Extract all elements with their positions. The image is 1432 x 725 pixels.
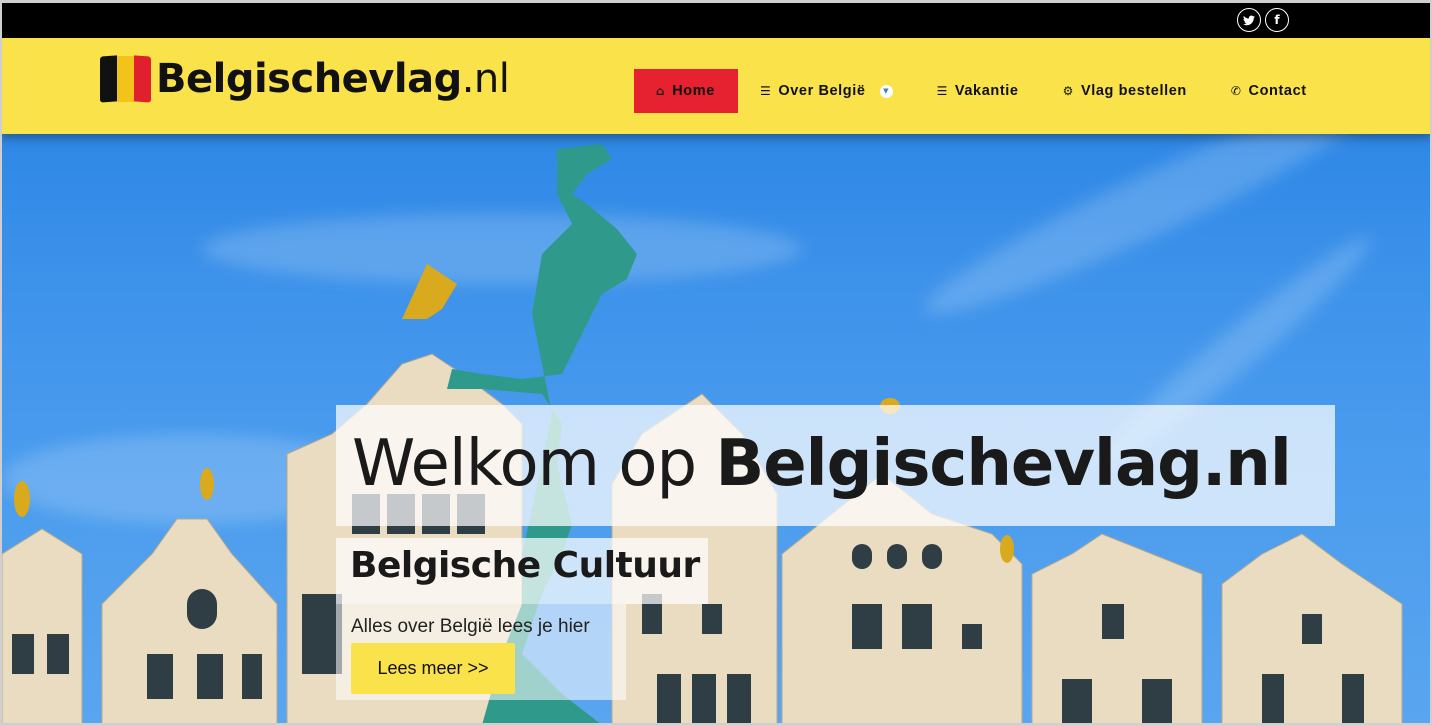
site-header: Belgischevlag.nl ⌂ Home ☰ Over België ▼ … (0, 38, 1432, 134)
nav-item-vakantie[interactable]: ☰ Vakantie (915, 69, 1041, 113)
nav-item-over-belgie[interactable]: ☰ Over België ▼ (738, 69, 915, 113)
read-more-button[interactable]: Lees meer >> (351, 643, 515, 694)
chevron-down-icon[interactable]: ▼ (879, 84, 893, 98)
phone-icon: ✆ (1230, 84, 1242, 98)
welcome-heading: Welkom op Belgischevlag.nl (352, 427, 1292, 501)
gear-icon: ⚙ (1062, 84, 1074, 98)
hero-subtitle: Alles over België lees je hier (351, 616, 590, 637)
culture-heading: Belgische Cultuur (350, 545, 700, 586)
top-bar: f (0, 3, 1432, 38)
twitter-icon[interactable] (1237, 8, 1261, 32)
site-logo[interactable]: Belgischevlag.nl (100, 54, 510, 104)
list-icon: ☰ (936, 84, 948, 98)
logo-text: Belgischevlag.nl (156, 56, 510, 102)
nav-item-home[interactable]: ⌂ Home (634, 69, 738, 113)
list-icon: ☰ (760, 84, 772, 98)
nav-item-vlag-bestellen[interactable]: ⚙ Vlag bestellen (1041, 69, 1209, 113)
belgian-flag-icon (100, 54, 152, 104)
home-icon: ⌂ (656, 84, 666, 98)
main-nav: ⌂ Home ☰ Over België ▼ ☰ Vakantie ⚙ Vlag… (634, 69, 1329, 113)
facebook-icon[interactable]: f (1265, 8, 1289, 32)
nav-item-contact[interactable]: ✆ Contact (1209, 69, 1329, 113)
